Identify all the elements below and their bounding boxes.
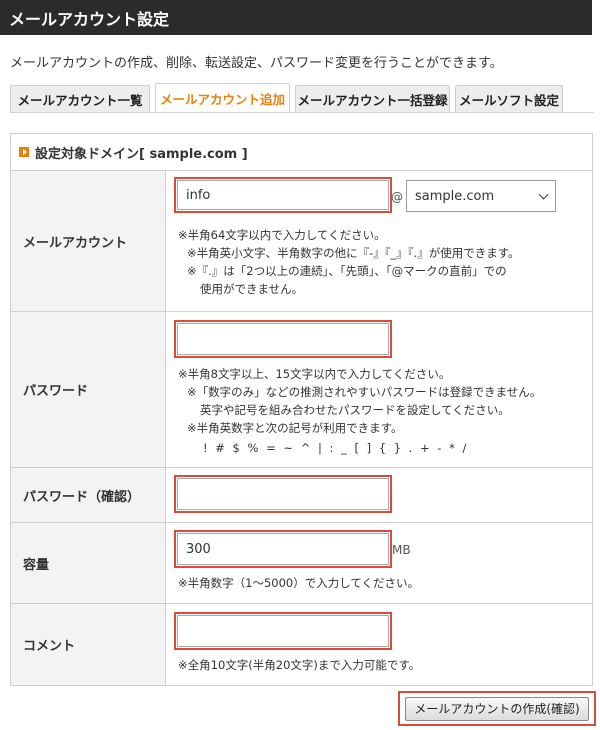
quota-note: ※半角数字（1～5000）で入力してください。 — [178, 576, 420, 590]
row-comment: コメント ※全角10文字(半角20文字)まで入力可能です。 — [11, 604, 592, 685]
row-mail-account: メールアカウント info @ sample.com ※半角64文字以内で入力し… — [11, 171, 592, 312]
arrow-bullet-icon — [19, 147, 29, 157]
row-password-confirm: パスワード（確認） — [11, 468, 592, 523]
account-note-1: ※半角64文字以内で入力してください。 — [178, 228, 386, 242]
page-description: メールアカウントの作成、削除、転送設定、パスワード変更を行うことができます。 — [10, 56, 503, 71]
password-note-2: ※「数字のみ」などの推測されやすいパスワードは登録できません。 — [187, 385, 542, 399]
tab-account-add[interactable]: メールアカウント追加 — [155, 83, 290, 113]
panel-title: 設定対象ドメイン[ sample.com ] — [11, 134, 592, 171]
submit-highlight: メールアカウントの作成(確認) — [398, 691, 596, 726]
password-note-4: ※半角英数字と次の記号が利用できます。 — [187, 421, 403, 435]
quota-unit: MB — [392, 543, 411, 557]
domain-select[interactable]: sample.com — [406, 180, 556, 212]
row-quota: 容量 300 MB ※半角数字（1～5000）で入力してください。 — [11, 523, 592, 604]
password-label: パスワード — [11, 312, 166, 467]
create-account-confirm-button[interactable]: メールアカウントの作成(確認) — [405, 696, 589, 721]
mail-account-input[interactable]: info — [174, 177, 392, 213]
domain-select-value: sample.com — [415, 188, 495, 204]
tab-divider — [10, 112, 594, 113]
comment-input[interactable] — [174, 612, 392, 650]
password-input[interactable] — [174, 320, 392, 358]
tab-account-list[interactable]: メールアカウント一覧 — [10, 85, 150, 113]
page-title: メールアカウント設定 — [9, 9, 170, 29]
page-header: メールアカウント設定 — [0, 0, 592, 35]
tab-account-bulk[interactable]: メールアカウント一括登録 — [295, 85, 450, 113]
comment-label: コメント — [11, 604, 166, 685]
at-sign: @ — [391, 190, 403, 204]
password-confirm-input[interactable] — [174, 475, 392, 513]
row-password: パスワード ※半角8文字以上、15文字以内で入力してください。 ※「数字のみ」な… — [11, 312, 592, 468]
account-note-2: ※半角英小文字、半角数字の他に『-』『_』『.』が使用できます。 — [187, 246, 520, 260]
mail-account-label: メールアカウント — [11, 171, 166, 311]
tab-mail-software[interactable]: メールソフト設定 — [455, 85, 563, 113]
password-allowed-symbols: ! # $ % = ~ ^ | : _ [ ] { } . + - * / — [203, 441, 468, 455]
password-confirm-label: パスワード（確認） — [11, 468, 166, 522]
tab-bar: メールアカウント一覧 メールアカウント追加 メールアカウント一括登録 メールソフ… — [10, 83, 595, 113]
settings-panel: 設定対象ドメイン[ sample.com ] メールアカウント info @ s… — [10, 133, 593, 686]
quota-label: 容量 — [11, 523, 166, 603]
account-note-3: ※『.』は「2つ以上の連続」、「先頭」、「@マークの直前」での — [187, 264, 507, 278]
chevron-down-icon — [538, 189, 549, 200]
password-note-3: 英字や記号を組み合わせたパスワードを設定してください。 — [200, 403, 510, 417]
domain-target-label: 設定対象ドメイン[ sample.com ] — [35, 146, 248, 162]
account-note-4: 使用ができません。 — [200, 282, 304, 296]
quota-input[interactable]: 300 — [174, 530, 392, 568]
password-note-1: ※半角8文字以上、15文字以内で入力してください。 — [178, 367, 451, 381]
comment-note: ※全角10文字(半角20文字)まで入力可能です。 — [178, 658, 421, 672]
